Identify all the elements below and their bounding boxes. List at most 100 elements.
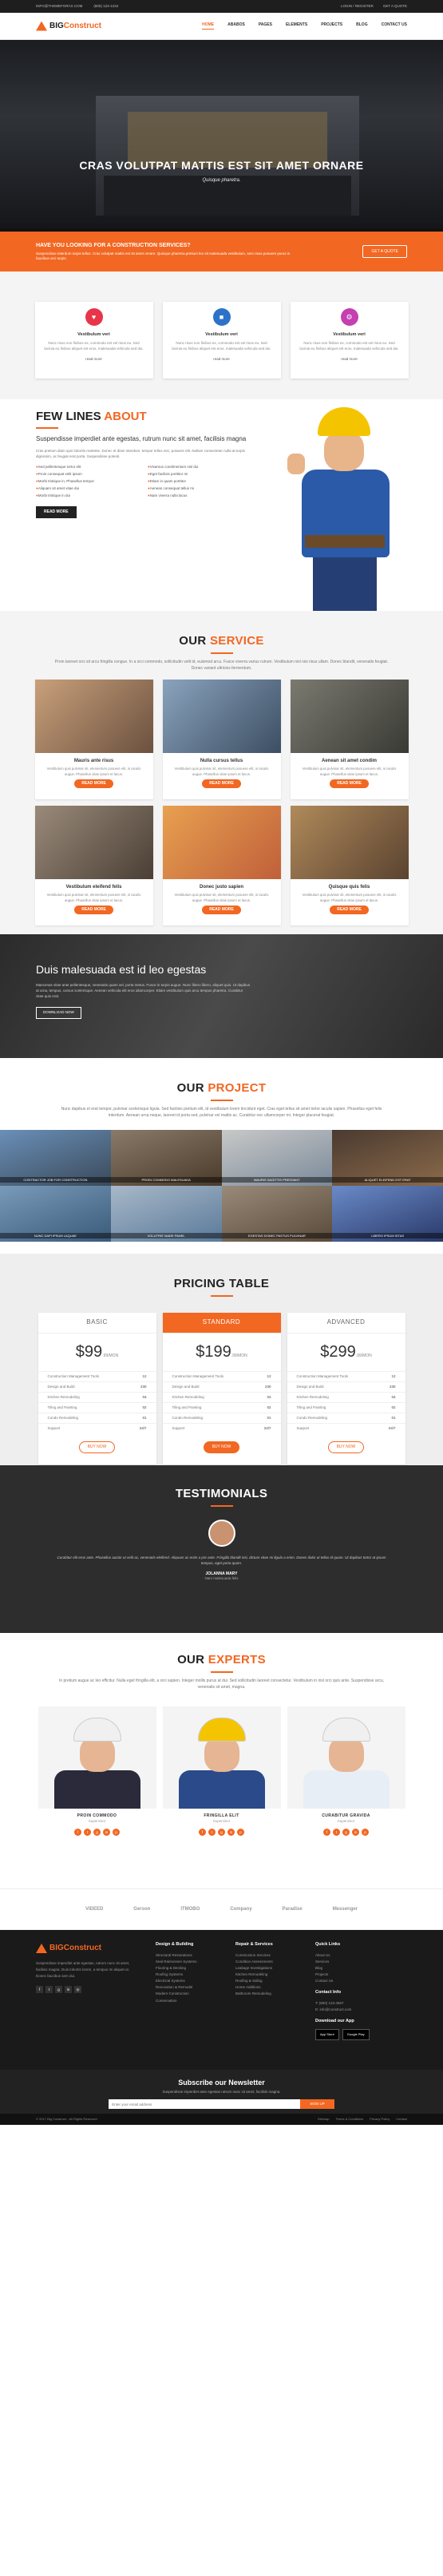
feature-read-more-link[interactable]: read more — [163, 357, 281, 362]
service-read-more-button[interactable]: READ MORE — [330, 779, 369, 788]
footer-link[interactable]: Roofing Systems — [156, 1972, 220, 1978]
service-read-more-button[interactable]: READ MORE — [202, 779, 241, 788]
service-image — [34, 680, 153, 754]
contact-email[interactable]: E: info@construct.com — [315, 2007, 403, 2013]
bottom-link[interactable]: Contact — [396, 2117, 407, 2121]
service-image — [290, 806, 409, 880]
footer-link[interactable]: Conservation — [156, 1998, 220, 2004]
google-plus-icon[interactable]: g — [55, 1986, 62, 1994]
linkedin-icon[interactable]: in — [65, 1986, 72, 1994]
google-plus-icon[interactable]: g — [93, 1829, 101, 1837]
nav-elements[interactable]: ELEMENTS — [286, 22, 307, 30]
footer-link[interactable]: Construction Services — [235, 1952, 299, 1959]
app-store-button[interactable]: App Store — [315, 2029, 339, 2040]
footer-link[interactable]: Bathroom Remodeling — [235, 1991, 299, 1997]
google-plus-icon[interactable]: g — [342, 1829, 350, 1837]
footer-logo[interactable]: BIGConstruct — [36, 1941, 140, 1956]
project-tile[interactable]: PROIN COMMODO MALESUADA — [110, 1130, 222, 1187]
twitter-icon[interactable]: t — [84, 1829, 91, 1837]
bottom-link[interactable]: Privacy Policy — [370, 2117, 390, 2121]
footer-link[interactable]: About Us — [315, 1952, 403, 1959]
facebook-icon[interactable]: f — [199, 1829, 206, 1837]
footer-link[interactable]: Modern Construction — [156, 1991, 220, 1997]
logo[interactable]: BIGConstruct — [36, 21, 101, 32]
twitter-icon[interactable]: t — [208, 1829, 216, 1837]
nav-projects[interactable]: PROJECTS — [321, 22, 342, 30]
project-tile[interactable]: NUNC DAPI IPSUM LAQUAE — [0, 1186, 111, 1242]
facebook-icon[interactable]: f — [74, 1829, 81, 1837]
download-button[interactable]: DOWNLOAD NOW — [36, 1007, 81, 1019]
feature-icon: ■ — [212, 308, 231, 326]
facebook-icon[interactable]: f — [323, 1829, 330, 1837]
bottom-link[interactable]: Sitemap — [318, 2117, 330, 2121]
about-checklist: Sed pellentesque tortor elitVivamus cond… — [36, 465, 259, 498]
get-quote-button[interactable]: GET A QUOTE — [362, 244, 407, 259]
project-tile[interactable]: ALIQUET ELEIFEND EST ERAT — [332, 1130, 443, 1187]
footer-link[interactable]: Blog — [315, 1965, 403, 1972]
footer-link[interactable]: Contact Us — [315, 1978, 403, 1984]
email-link[interactable]: INFO@THEMEFORAX.COM — [36, 4, 82, 9]
footer-link[interactable]: Home Additions — [235, 1984, 299, 1991]
login-link[interactable]: LOGIN / REGISTER — [341, 4, 374, 9]
footer-link[interactable]: Electrical Systems — [156, 1978, 220, 1984]
footer-link[interactable]: Services — [315, 1959, 403, 1965]
nav-contact-us[interactable]: CONTACT US — [382, 22, 407, 30]
project-tile[interactable]: LIBERO IPSUM SITAS — [332, 1186, 443, 1242]
buy-now-button[interactable]: BUY NOW — [327, 1441, 365, 1454]
feature-read-more-link[interactable]: read more — [35, 357, 153, 362]
linkedin-icon[interactable]: in — [103, 1829, 110, 1837]
newsletter-title: Subscribe our Newsletter — [178, 2079, 265, 2087]
signup-button[interactable]: SIGN UP — [300, 2099, 334, 2110]
pinterest-icon[interactable]: p — [237, 1829, 244, 1837]
nav-pages[interactable]: PAGES — [259, 22, 272, 30]
phone-link[interactable]: (800) 123-1234 — [93, 4, 118, 9]
nav-blog[interactable]: BLOG — [356, 22, 367, 30]
project-tile[interactable]: CONTRACTOR JOB FOR CONSTRUCTION — [0, 1130, 111, 1187]
pinterest-icon[interactable]: p — [113, 1829, 120, 1837]
footer-link[interactable]: Projects — [315, 1972, 403, 1978]
partner-logo[interactable]: ITMOBO — [180, 1906, 200, 1912]
about-text: Cras pretium diam quis lobortis molestie… — [36, 449, 245, 458]
nav-ababos[interactable]: ABABOS — [227, 22, 245, 30]
partner-logo[interactable]: VIDEED — [85, 1906, 103, 1912]
google-play-button[interactable]: Google Play — [342, 2029, 370, 2040]
project-tile[interactable]: MAURIS SAGITTIS PRESSANT — [221, 1130, 333, 1187]
buy-now-button[interactable]: BUY NOW — [203, 1441, 240, 1454]
service-read-more-button[interactable]: READ MORE — [202, 905, 241, 914]
twitter-icon[interactable]: t — [333, 1829, 340, 1837]
footer-link[interactable]: Renovation & Remodel — [156, 1984, 220, 1991]
pinterest-icon[interactable]: p — [362, 1829, 369, 1837]
project-tile[interactable]: VOLUTPAT MADE PANEL — [110, 1186, 222, 1242]
service-read-more-button[interactable]: READ MORE — [330, 905, 369, 914]
linkedin-icon[interactable]: in — [352, 1829, 359, 1837]
footer-link[interactable]: Structural Restorations — [156, 1952, 220, 1959]
quote-link[interactable]: GET A QUOTE — [383, 4, 407, 9]
testimonial-quote: Curabitur elit eros ante. Phasellus auct… — [57, 1556, 386, 1566]
buy-now-button[interactable]: BUY NOW — [78, 1441, 116, 1454]
footer-link[interactable]: Condition Assessments — [235, 1959, 299, 1965]
footer-link[interactable]: Seal Rainscreen Systems — [156, 1959, 220, 1965]
nav-home[interactable]: HOME — [202, 22, 215, 30]
footer-link[interactable]: Roofing & Siding — [235, 1978, 299, 1984]
about-read-more-button[interactable]: READ MORE — [36, 505, 77, 518]
service-read-more-button[interactable]: READ MORE — [74, 779, 113, 788]
footer-link[interactable]: Kitchen Remodeling — [235, 1972, 299, 1978]
contact-phone: T: (800) 123-4567 — [315, 2001, 344, 2006]
twitter-icon[interactable]: t — [45, 1986, 53, 1994]
linkedin-icon[interactable]: in — [227, 1829, 235, 1837]
plan-price: $199.99/MON — [196, 1343, 247, 1361]
partner-logo[interactable]: Paradise — [283, 1906, 303, 1912]
partner-logo[interactable]: Messenger — [333, 1906, 358, 1912]
partner-logo[interactable]: Gerson — [133, 1906, 150, 1912]
footer-link[interactable]: Flooring & Decking — [156, 1965, 220, 1972]
google-plus-icon[interactable]: g — [218, 1829, 225, 1837]
footer-link[interactable]: Leakage Investigations — [235, 1965, 299, 1972]
facebook-icon[interactable]: f — [36, 1986, 43, 1994]
instagram-icon[interactable]: ◎ — [74, 1986, 81, 1994]
feature-read-more-link[interactable]: read more — [291, 357, 409, 362]
project-tile[interactable]: EGESTAS DONEC PASTUS PULVINAR — [221, 1186, 333, 1242]
service-read-more-button[interactable]: READ MORE — [74, 905, 113, 914]
bottom-link[interactable]: Terms & Conditions — [336, 2117, 364, 2121]
partner-logo[interactable]: Company — [230, 1906, 251, 1912]
newsletter-email-input[interactable] — [109, 2099, 301, 2110]
